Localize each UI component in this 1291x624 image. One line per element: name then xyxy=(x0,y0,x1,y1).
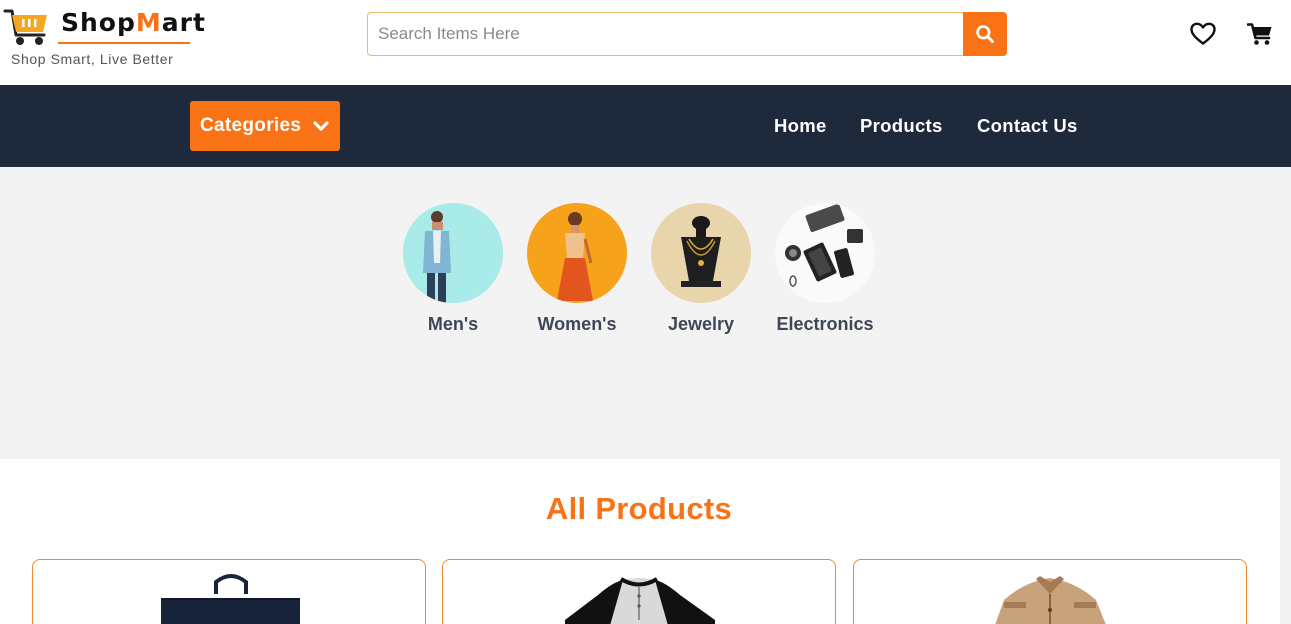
category-electronics[interactable]: Electronics xyxy=(763,203,887,335)
search-input[interactable] xyxy=(367,12,964,56)
category-label: Electronics xyxy=(776,314,874,334)
category-label: Men's xyxy=(427,314,479,334)
cart-icon xyxy=(1247,23,1272,45)
category-label: Women's xyxy=(537,314,617,334)
product-image xyxy=(995,576,1106,624)
product-card[interactable] xyxy=(32,559,426,624)
categories-label: Categories xyxy=(200,115,302,136)
search-bar xyxy=(367,12,1007,56)
wishlist-button[interactable] xyxy=(1188,20,1218,48)
main-navbar: Categories Home Products Contact Us xyxy=(0,85,1291,167)
all-products-section: All Products xyxy=(0,459,1280,624)
cart-button[interactable] xyxy=(1245,20,1275,48)
brand-tagline: Shop Smart, Live Better xyxy=(11,51,174,67)
category-womens[interactable]: Women's xyxy=(515,203,639,335)
category-womens-image xyxy=(527,203,627,303)
product-image xyxy=(161,574,300,624)
category-mens-image xyxy=(403,203,503,303)
logo-cart-icon xyxy=(3,9,47,45)
brand-underline xyxy=(58,42,190,44)
category-mens[interactable]: Men's xyxy=(391,203,515,335)
brand-name: ShopMart xyxy=(61,8,206,37)
heart-icon xyxy=(1190,22,1216,45)
product-card[interactable] xyxy=(442,559,836,624)
nav-link-home[interactable]: Home xyxy=(774,115,827,137)
category-jewelry-image xyxy=(651,203,751,303)
category-jewelry[interactable]: Jewelry xyxy=(639,203,763,335)
site-header: ShopMart Shop Smart, Live Better xyxy=(0,0,1291,85)
chevron-down-icon xyxy=(313,121,329,131)
categories-dropdown-button[interactable]: Categories xyxy=(190,101,340,151)
brand-logo[interactable]: ShopMart Shop Smart, Live Better xyxy=(3,5,206,75)
search-icon xyxy=(976,25,994,43)
search-button[interactable] xyxy=(963,12,1007,56)
nav-link-products[interactable]: Products xyxy=(860,115,943,137)
category-label: Jewelry xyxy=(667,314,735,334)
nav-link-contact-us[interactable]: Contact Us xyxy=(977,115,1078,137)
product-card[interactable] xyxy=(853,559,1247,624)
category-electronics-image xyxy=(775,203,875,303)
page-scrollbar-track[interactable] xyxy=(1280,459,1291,624)
section-title: All Products xyxy=(545,491,733,526)
product-image xyxy=(565,577,715,624)
